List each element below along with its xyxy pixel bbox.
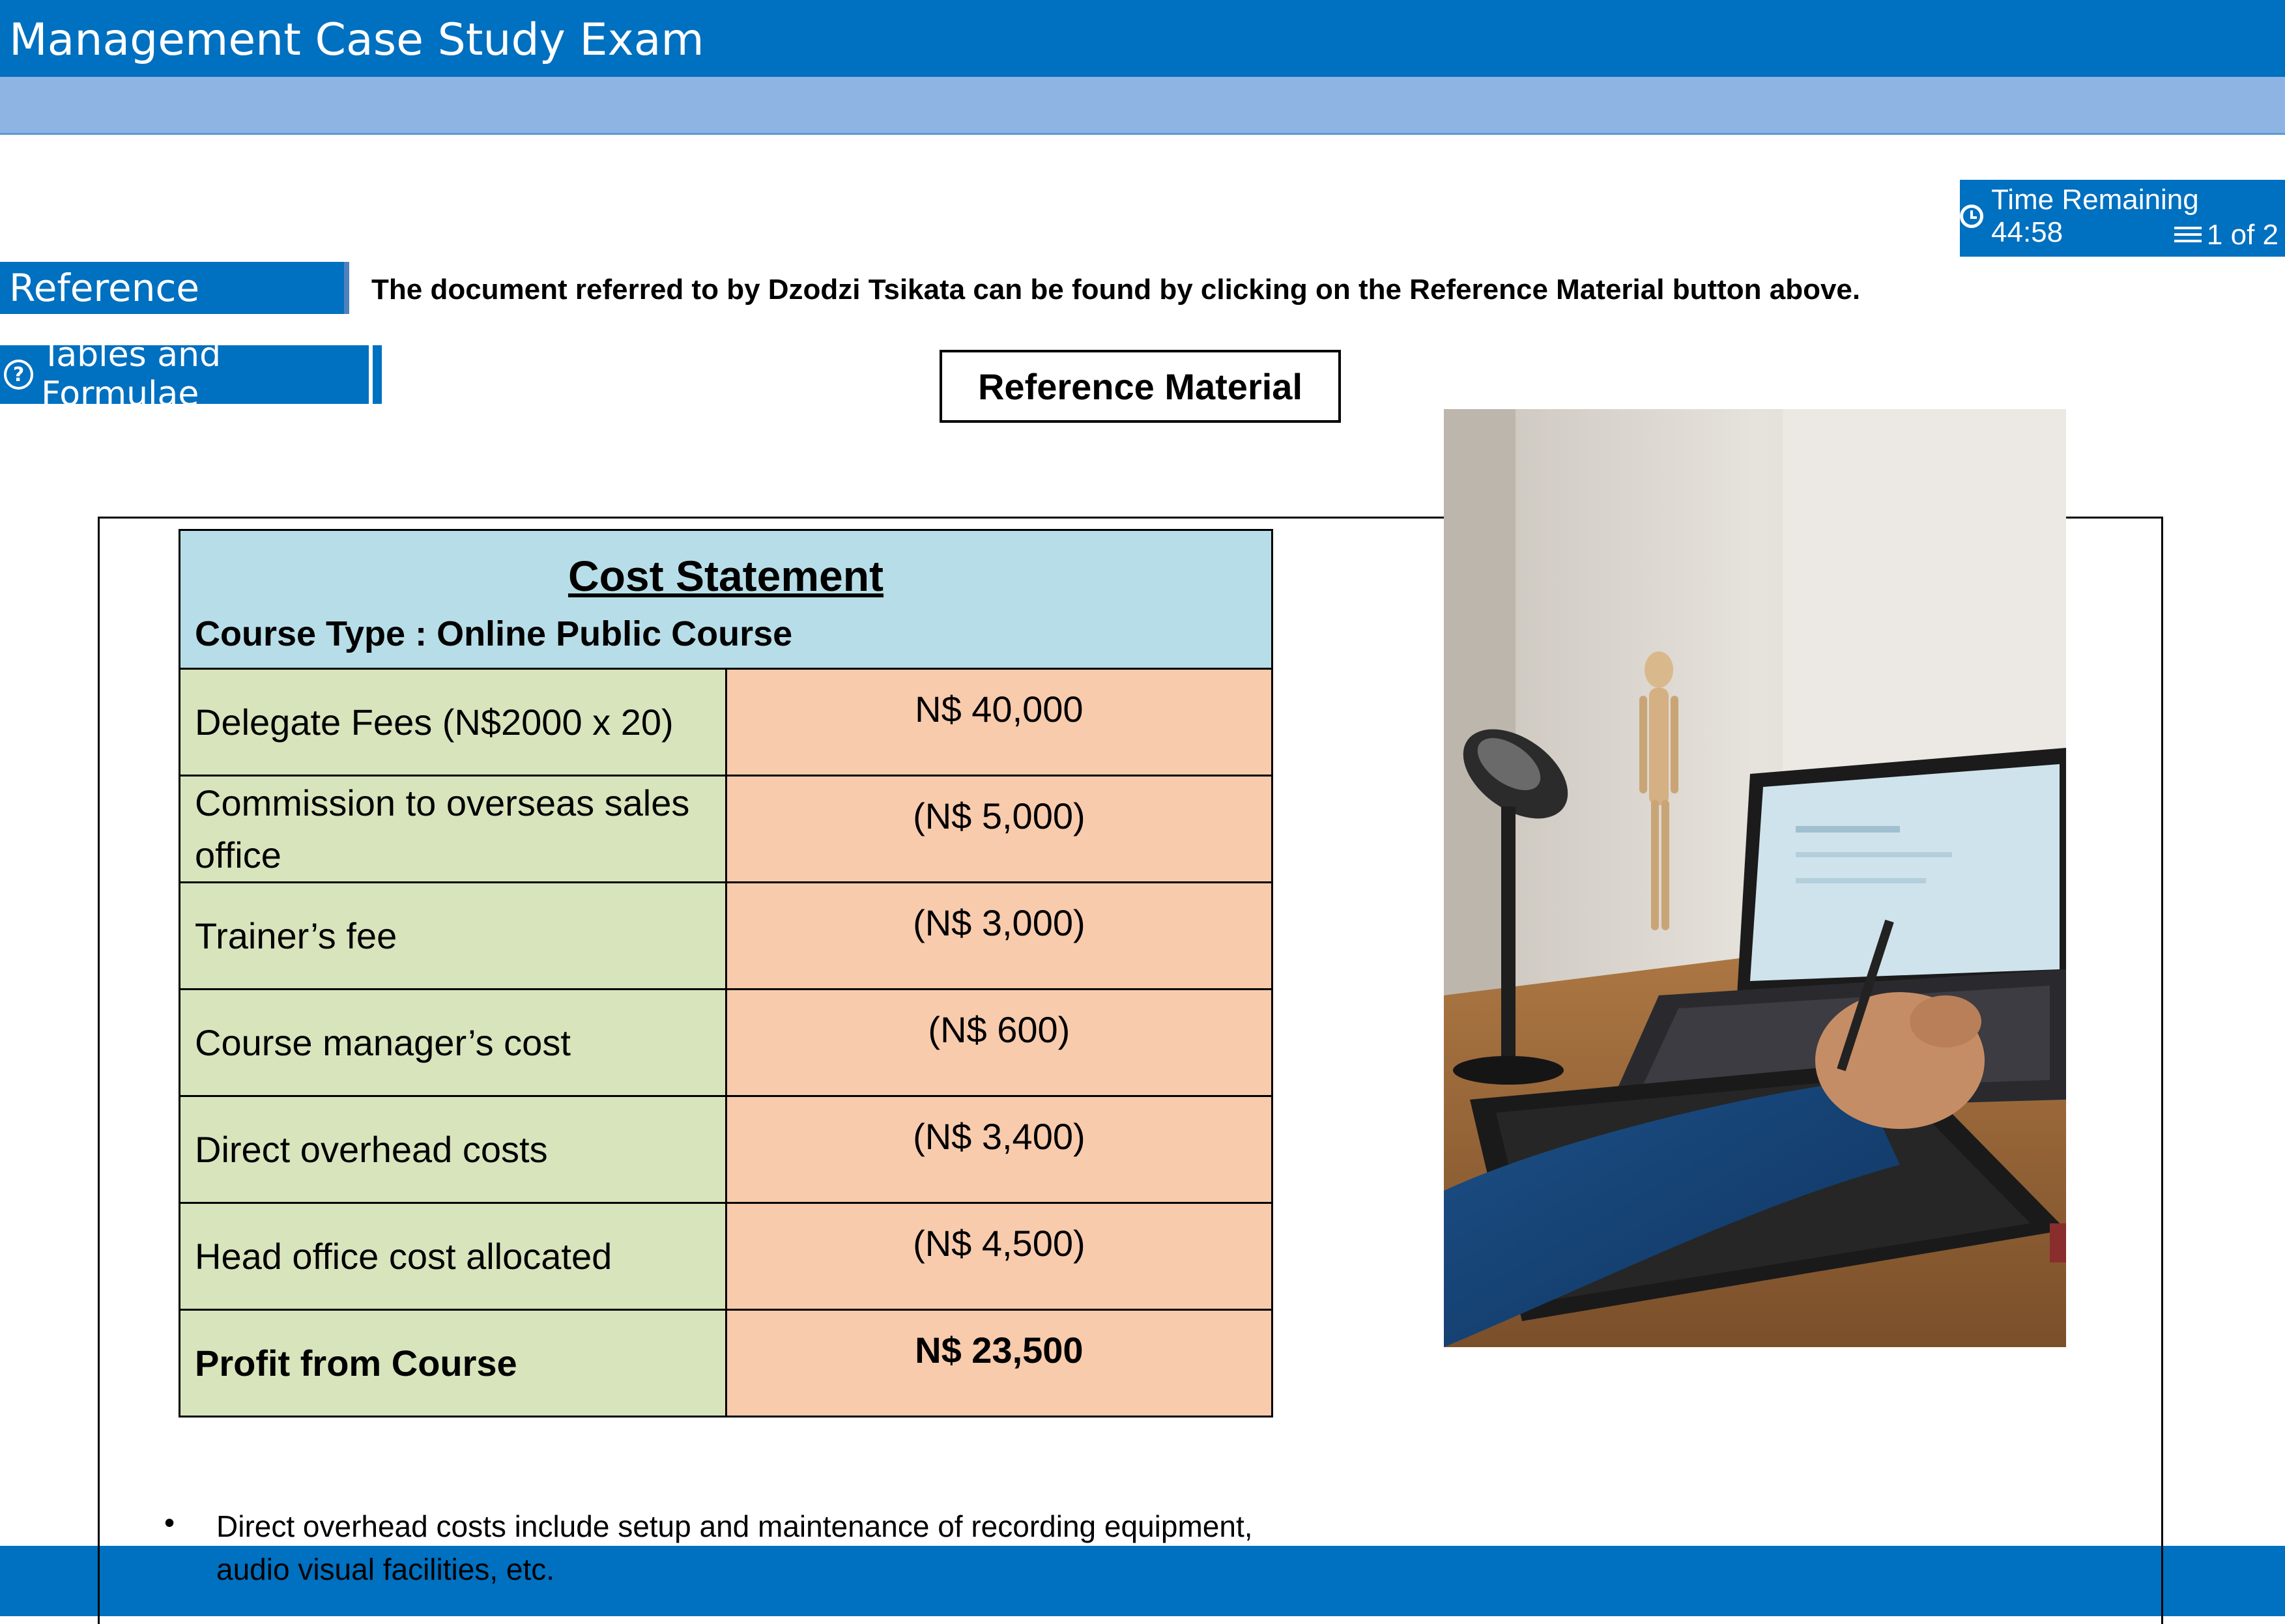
pages-icon [2174,225,2202,245]
row-label: Course manager’s cost [179,988,727,1097]
note-text: Direct overhead costs include setup and … [216,1509,1253,1586]
table-row: Course manager’s cost (N$ 600) [179,988,1274,1097]
row-label: Commission to overseas sales office [179,775,727,883]
clock-icon [1960,205,1983,228]
table-row: Direct overhead costs (N$ 3,400) [179,1095,1274,1204]
workspace-photo [1444,409,2066,1347]
frame-edge-right [2161,1546,2163,1616]
button-edge [373,345,382,404]
cost-statement-title: Cost Statement [568,552,884,600]
course-type: Course Type : Online Public Course [195,614,793,653]
row-value: (N$ 5,000) [725,775,1274,883]
row-label: Head office cost allocated [179,1202,727,1311]
row-value: (N$ 600) [725,988,1274,1097]
timer-panel: Time Remaining 44:58 1 of 2 [1960,180,2285,257]
tables-formulae-label: Tables and Formulae [41,335,222,414]
table-row: Trainer’s fee (N$ 3,000) [179,881,1274,990]
row-label: Trainer’s fee [179,881,727,990]
page-count: 1 of 2 [2206,219,2278,251]
cost-statement-header: Cost Statement Course Type : Online Publ… [179,529,1273,670]
frame-edge-left [98,1546,100,1616]
row-label: Direct overhead costs [179,1095,727,1204]
table-row: Head office cost allocated (N$ 4,500) [179,1202,1274,1311]
row-value: N$ 23,500 [725,1309,1274,1417]
row-label: Delegate Fees (N$2000 x 20) [179,668,727,776]
table-row: Delegate Fees (N$2000 x 20) N$ 40,000 [179,668,1274,776]
tables-formulae-button[interactable]: ? Tables and Formulae [0,335,382,414]
bullet-marker: • [164,1505,175,1539]
reference-material-button[interactable]: Reference Material [0,262,349,362]
reference-note: The document referred to by Dzodzi Tsika… [371,274,1861,306]
toolbar-strip [0,77,2285,135]
table-row: Commission to overseas sales office (N$ … [179,775,1274,883]
row-value: N$ 40,000 [725,668,1274,776]
table-row-total: Profit from Course N$ 23,500 [179,1309,1274,1417]
row-value: (N$ 3,000) [725,881,1274,990]
row-value: (N$ 3,400) [725,1095,1274,1204]
title-bar: Management Case Study Exam [0,0,2285,77]
page-indicator: 1 of 2 [2174,219,2278,251]
cost-statement-table: Cost Statement Course Type : Online Publ… [179,529,1274,1417]
row-label: Profit from Course [179,1309,727,1417]
reference-title: Reference Material [940,350,1341,423]
row-value: (N$ 4,500) [725,1202,1274,1311]
app-title: Management Case Study Exam [9,14,704,66]
help-icon: ? [4,360,34,390]
workspace-illustration [1444,409,2066,1347]
